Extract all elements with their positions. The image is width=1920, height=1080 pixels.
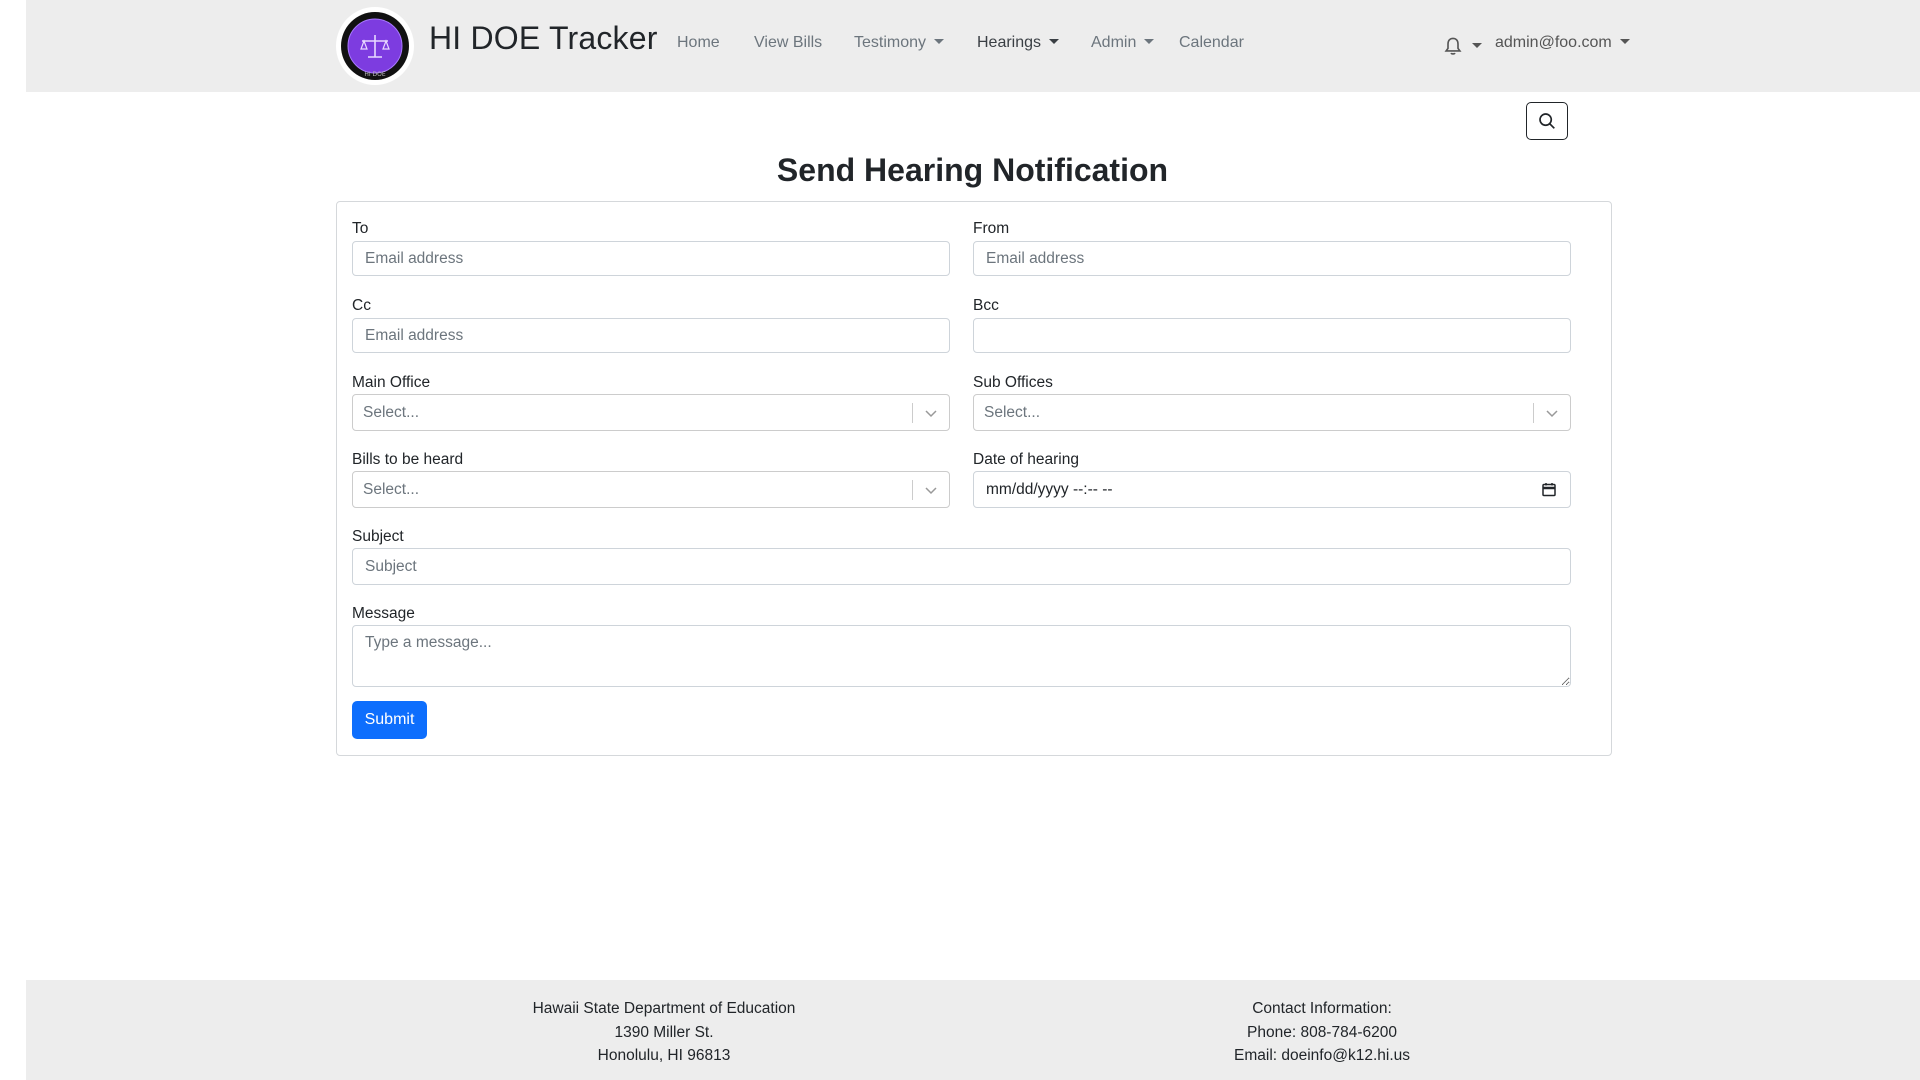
nav-view-bills[interactable]: View Bills [754,34,822,52]
footer-email[interactable]: Email: doeinfo@k12.hi.us [1097,1044,1547,1068]
bills-select[interactable]: Select... [352,471,950,508]
subject-input[interactable] [352,548,1571,585]
notifications-caret-icon[interactable] [1472,43,1482,48]
cc-label: Cc [352,297,371,314]
footer-contact-heading: Contact Information: [1252,1000,1392,1017]
svg-text:HI DOE: HI DOE [364,71,386,78]
bell-icon[interactable] [1443,36,1463,62]
nav-hearings-label: Hearings [977,34,1042,51]
top-navbar: HI DOE HI DOE Tracker Home View Bills Te… [26,0,1920,92]
date-format-value: mm/dd/yyyy --:-- -- [986,481,1113,498]
page-title: Send Hearing Notification [776,152,1169,188]
chevron-down-icon [925,487,937,495]
search-button[interactable] [1526,102,1568,140]
main-office-placeholder: Select... [363,404,419,421]
footer-address: Hawaii State Department of Education 139… [439,997,889,1068]
bills-placeholder: Select... [363,481,419,498]
nav-hearings-dropdown[interactable]: Hearings [977,34,1060,52]
from-email-input[interactable] [973,241,1571,276]
cc-email-input[interactable] [352,318,950,353]
user-email: admin@foo.com [1495,34,1612,51]
calendar-icon[interactable] [1541,481,1557,498]
select-separator [1533,403,1534,423]
nav-admin-label: Admin [1091,34,1137,51]
footer-phone: Phone: 808-784-6200 [1247,1023,1397,1041]
message-label: Message [352,605,415,622]
nav-calendar[interactable]: Calendar [1179,34,1244,52]
caret-down-icon [1144,39,1155,44]
bills-label: Bills to be heard [352,451,464,468]
from-label: From [973,220,1010,237]
caret-down-icon [1619,39,1630,44]
footer-contact: Contact Information: Phone: 808-784-6200… [1097,997,1547,1068]
date-label: Date of hearing [973,451,1079,468]
hearing-date-input[interactable]: mm/dd/yyyy --:-- -- [973,471,1571,508]
nav-testimony-label: Testimony [854,34,927,51]
bcc-label: Bcc [973,297,999,314]
footer-org: Hawaii State Department of Education [532,1000,796,1017]
footer: Hawaii State Department of Education 139… [26,980,1920,1080]
app-title[interactable]: HI DOE Tracker [429,20,658,57]
to-email-input[interactable] [352,241,950,276]
logo-seal-icon: HI DOE [341,12,409,80]
caret-down-icon [934,39,945,44]
user-menu-dropdown[interactable]: admin@foo.com [1495,34,1630,52]
submit-button[interactable]: Submit [352,701,427,739]
footer-address-line1: 1390 Miller St. [614,1023,714,1041]
select-separator [912,480,913,500]
main-office-label: Main Office [352,374,431,391]
main-office-select[interactable]: Select... [352,394,950,431]
subject-label: Subject [352,528,404,545]
nav-testimony-dropdown[interactable]: Testimony [854,34,945,52]
sub-offices-label: Sub Offices [973,374,1053,391]
message-textarea[interactable] [352,625,1571,687]
chevron-down-icon [1546,410,1558,418]
logo[interactable]: HI DOE [336,7,414,85]
search-icon [1539,113,1555,129]
chevron-down-icon [925,410,937,418]
sub-offices-placeholder: Select... [984,404,1040,421]
nav-home[interactable]: Home [677,34,720,52]
sub-offices-select[interactable]: Select... [973,394,1571,431]
footer-address-line2: Honolulu, HI 96813 [597,1047,731,1064]
select-separator [912,403,913,423]
caret-down-icon [1049,39,1060,44]
to-label: To [352,220,369,237]
bcc-email-input[interactable] [973,318,1571,353]
nav-admin-dropdown[interactable]: Admin [1091,34,1155,52]
